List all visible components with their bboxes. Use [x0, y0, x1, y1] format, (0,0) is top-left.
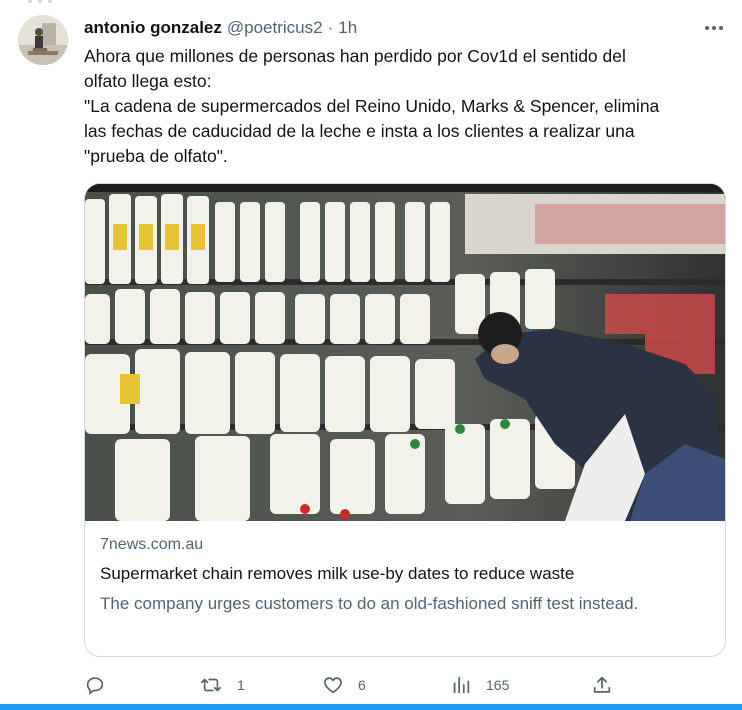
views-chart-icon — [453, 676, 470, 694]
reply-button[interactable] — [84, 672, 106, 698]
heart-icon — [324, 677, 342, 694]
tweet[interactable]: antonio gonzalez @poetricus2 · 1h Ahora … — [0, 0, 742, 704]
tweet-actions: 1 6 165 — [84, 672, 644, 698]
share-icon — [593, 676, 611, 693]
card-image[interactable] — [85, 184, 725, 521]
link-card[interactable]: 7news.com.au Supermarket chain removes m… — [84, 183, 726, 657]
retweet-icon — [201, 678, 221, 692]
retweet-count: 1 — [237, 677, 245, 693]
tweet-header: antonio gonzalez @poetricus2 · 1h — [84, 17, 357, 39]
share-button[interactable] — [591, 672, 613, 698]
more-options-icon[interactable] — [700, 17, 728, 39]
separator-dot: · — [327, 18, 334, 37]
author-name[interactable]: antonio gonzalez — [84, 18, 222, 38]
views-count: 165 — [486, 677, 510, 693]
timestamp[interactable]: 1h — [338, 18, 357, 38]
tweet-text-line: Ahora que millones de personas han perdi… — [84, 46, 626, 66]
tweet-text-line: las fechas de caducidad de la leche e in… — [84, 121, 635, 141]
tweet-text-line: "prueba de olfato". — [84, 146, 228, 166]
views-button[interactable]: 165 — [450, 672, 509, 698]
avatar[interactable] — [18, 15, 68, 65]
tweet-text-line: olfato llega esto: — [84, 71, 212, 91]
card-domain: 7news.com.au — [100, 536, 204, 553]
retweet-button[interactable]: 1 — [199, 672, 245, 698]
card-description: The company urges customers to do an old… — [100, 594, 639, 613]
bottom-accent-bar — [0, 704, 742, 710]
tweet-text-line: "La cadena de supermercados del Reino Un… — [84, 96, 660, 116]
like-count: 6 — [358, 677, 366, 693]
author-handle[interactable]: @poetricus2 — [227, 18, 323, 38]
tweet-text: Ahora que millones de personas han perdi… — [84, 44, 724, 169]
card-title[interactable]: Supermarket chain removes milk use-by da… — [100, 564, 574, 584]
like-button[interactable]: 6 — [322, 672, 366, 698]
thread-line — [28, 0, 54, 4]
reply-icon — [86, 677, 104, 695]
